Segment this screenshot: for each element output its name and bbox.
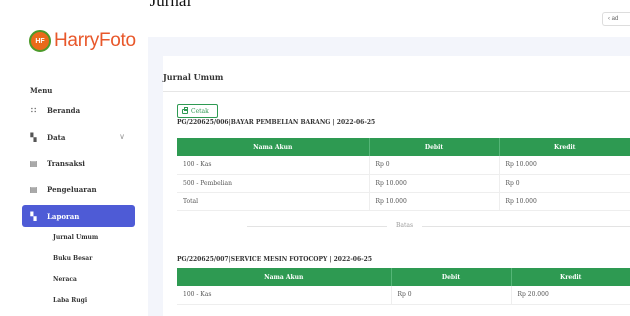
sidebar-item-pengeluaran[interactable]: ▤ Pengeluaran [22, 178, 135, 200]
journal-title: PG/220625/006|BAYAR PEMBELIAN BARANG | 2… [177, 119, 376, 126]
table-header-row: Nama Akun Debit Kredit [177, 268, 630, 286]
cell-credit: Rp 10.000 [499, 192, 630, 211]
journal-separator: Batas [177, 222, 630, 230]
layout-icon: ▚ [30, 210, 37, 221]
sidebar-item-data[interactable]: ▚ Data ∨ [22, 126, 135, 148]
table-row-total: Total Rp 10.000 Rp 10.000 [177, 192, 630, 211]
cell-debit: Rp 10.000 [369, 192, 500, 211]
column-header-kredit: Kredit [511, 268, 630, 286]
sidebar-item-transaksi[interactable]: ▤ Transaksi [22, 152, 135, 174]
cell-credit: Rp 10.000 [499, 156, 630, 175]
cell-debit: Rp 10.000 [369, 174, 500, 193]
separator-line [422, 226, 630, 227]
table-header-row: Nama Akun Debit Kredit [177, 138, 630, 156]
cell-credit: Rp 0 [499, 174, 630, 193]
journal-title: PG/220625/007|SERVICE MESIN FOTOCOPY | 2… [177, 256, 372, 263]
table-row: 100 - Kas Rp 0 Rp 10.000 [177, 156, 630, 175]
page-title: Jurnal Umum [163, 72, 224, 82]
chevron-down-icon: ∨ [119, 132, 125, 141]
sidebar-subitem-jurnal-umum[interactable]: Jurnal Umum [53, 234, 98, 241]
print-button[interactable]: Cetak [177, 104, 218, 118]
column-header-kredit: Kredit [499, 138, 630, 156]
cell-debit: Rp 0 [391, 286, 512, 305]
menu-heading: Menu [30, 86, 53, 95]
cell-account: Total [177, 192, 370, 211]
column-header-debit: Debit [369, 138, 500, 156]
topbar-button[interactable]: ‹ ad [602, 12, 630, 26]
sidebar-item-laporan[interactable]: ▚ Laporan [22, 205, 135, 227]
sidebar-item-label: Data [47, 132, 66, 142]
file-icon: ▤ [29, 183, 38, 194]
brand-badge-icon: HF [29, 30, 51, 52]
column-header-debit: Debit [391, 268, 512, 286]
cell-account: 100 - Kas [177, 156, 370, 175]
table-row: 500 - Pembelian Rp 10.000 Rp 0 [177, 174, 630, 193]
journal-table: Nama Akun Debit Kredit 100 - Kas Rp 0 Rp… [177, 268, 630, 305]
column-header-nama-akun: Nama Akun [177, 138, 370, 156]
cell-account: 100 - Kas [177, 286, 392, 305]
sidebar-item-label: Transaksi [47, 158, 85, 168]
sidebar: HF HarryFoto Menu ∷ Beranda ▚ Data ∨ ▤ T… [0, 0, 148, 316]
table-row: 100 - Kas Rp 0 Rp 20.000 [177, 286, 630, 305]
divider [163, 91, 630, 92]
grid-icon: ∷ [30, 104, 37, 115]
separator-label: Batas [396, 222, 414, 229]
cell-account: 500 - Pembelian [177, 174, 370, 193]
sidebar-item-label: Pengeluaran [47, 184, 97, 194]
print-button-label: Cetak [191, 107, 209, 115]
cell-debit: Rp 0 [369, 156, 500, 175]
sidebar-item-label: Laporan [47, 211, 80, 221]
brand-logo[interactable]: HF HarryFoto [29, 30, 136, 52]
sidebar-subitem-neraca[interactable]: Neraca [53, 276, 77, 283]
sidebar-item-label: Beranda [47, 105, 81, 115]
file-icon: ▤ [29, 157, 38, 168]
cell-credit: Rp 20.000 [511, 286, 630, 305]
sidebar-item-beranda[interactable]: ∷ Beranda [22, 99, 135, 121]
sidebar-subitem-buku-besar[interactable]: Buku Besar [53, 255, 92, 262]
journal-table: Nama Akun Debit Kredit 100 - Kas Rp 0 Rp… [177, 138, 630, 211]
brand-name: HarryFoto [54, 30, 136, 51]
sidebar-subitem-laba-rugi[interactable]: Laba Rugi [53, 297, 87, 304]
column-header-nama-akun: Nama Akun [177, 268, 392, 286]
separator-line [247, 226, 387, 227]
printer-icon [182, 106, 188, 114]
layout-icon: ▚ [30, 131, 37, 142]
